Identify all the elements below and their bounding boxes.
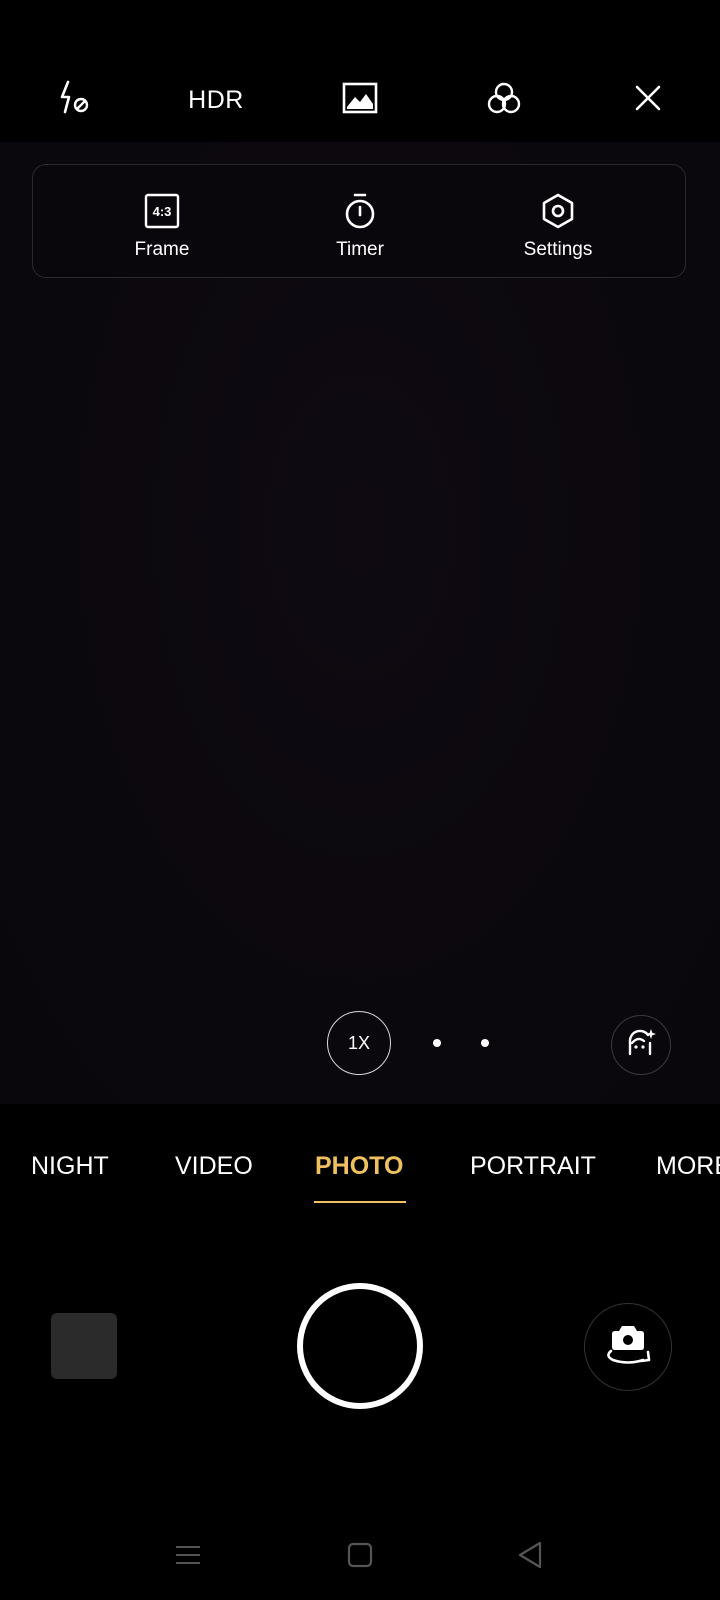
top-toolbar: HDR: [0, 0, 720, 142]
nav-home-button[interactable]: [338, 1535, 382, 1579]
nav-menu-button[interactable]: [166, 1535, 210, 1579]
face-sparkle-icon: [624, 1026, 658, 1065]
flash-button[interactable]: [42, 70, 102, 130]
switch-camera-button[interactable]: [584, 1303, 672, 1391]
beauty-mode-button[interactable]: [611, 1015, 671, 1075]
mode-photo[interactable]: PHOTO: [315, 1152, 403, 1181]
timer-button[interactable]: Timer: [260, 165, 460, 279]
settings-label: Settings: [523, 239, 593, 260]
timer-label: Timer: [336, 239, 384, 260]
back-icon: [516, 1540, 544, 1575]
aspect-ratio-text: 4:3: [153, 204, 172, 219]
shutter-button[interactable]: [297, 1283, 423, 1409]
mode-selector: NIGHT VIDEO PHOTO PORTRAIT MORE: [0, 1104, 720, 1224]
mode-video[interactable]: VIDEO: [175, 1152, 253, 1181]
mode-more[interactable]: MORE: [656, 1152, 720, 1181]
mode-portrait[interactable]: PORTRAIT: [470, 1152, 596, 1181]
timer-icon: [340, 191, 380, 231]
zoom-1x-button[interactable]: 1X: [327, 1011, 391, 1075]
settings-button[interactable]: Settings: [458, 165, 658, 279]
filter-icon: [485, 79, 523, 122]
gallery-thumbnail[interactable]: [51, 1313, 117, 1379]
home-icon: [347, 1542, 373, 1573]
zoom-option-dot[interactable]: [481, 1039, 489, 1047]
settings-icon: [538, 191, 578, 231]
menu-icon: [174, 1544, 202, 1571]
frame-button[interactable]: 4:3 Frame: [62, 165, 262, 279]
filter-button[interactable]: [474, 70, 534, 130]
close-icon: [634, 84, 662, 117]
zoom-label: 1X: [347, 1032, 371, 1053]
nav-back-button[interactable]: [508, 1535, 552, 1579]
quick-settings-panel: 4:3 Frame Timer Settings: [32, 164, 686, 278]
frame-label: Frame: [134, 239, 190, 260]
image-icon: [342, 82, 378, 119]
zoom-option-dot[interactable]: [433, 1039, 441, 1047]
close-button[interactable]: [618, 70, 678, 130]
image-mode-button[interactable]: [330, 70, 390, 130]
aspect-ratio-icon: 4:3: [142, 191, 182, 231]
camera-viewfinder[interactable]: [0, 142, 720, 1104]
camera-flip-icon: [601, 1323, 655, 1372]
flash-off-icon: [52, 78, 92, 123]
hdr-label: HDR: [188, 85, 244, 114]
mode-night[interactable]: NIGHT: [31, 1152, 109, 1181]
hdr-button[interactable]: HDR: [186, 70, 246, 130]
active-mode-indicator: [314, 1201, 406, 1203]
